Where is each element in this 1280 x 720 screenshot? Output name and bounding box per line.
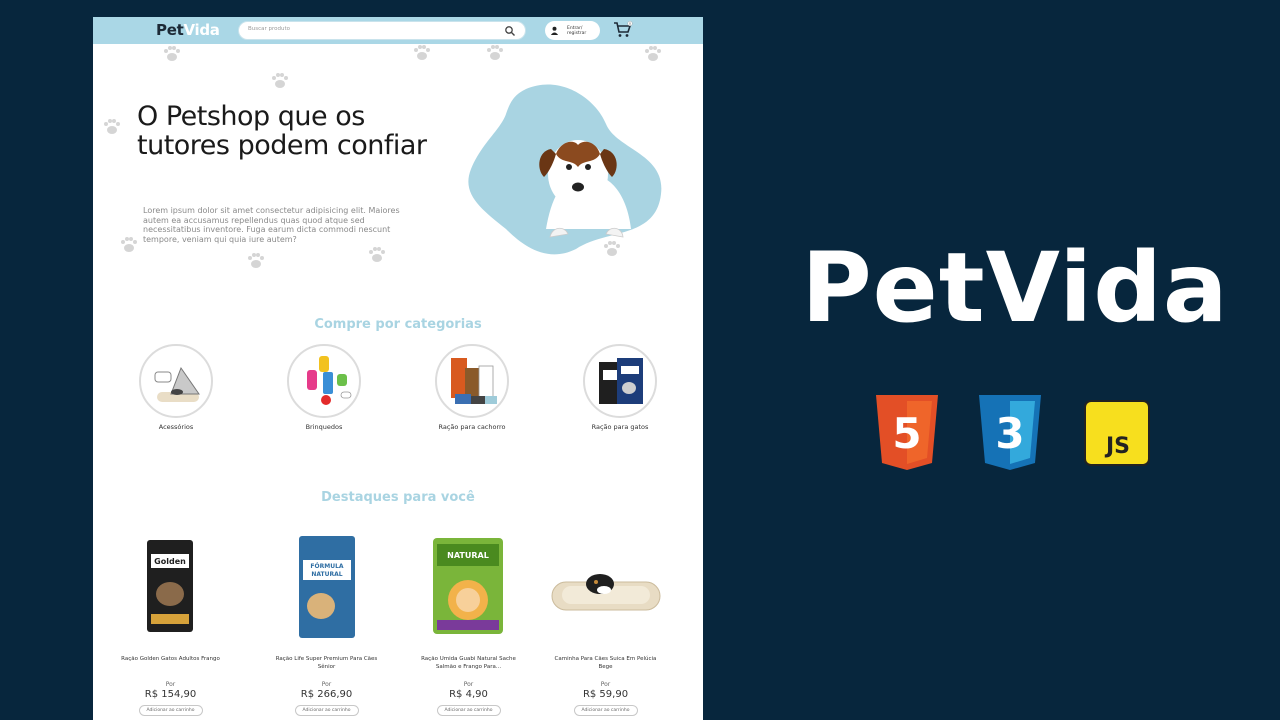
product-price-prefix: Por bbox=[600, 681, 611, 688]
login-button[interactable]: Entrar/ registrar bbox=[545, 21, 600, 40]
product-image: Golden bbox=[147, 540, 193, 632]
user-icon bbox=[550, 26, 559, 35]
product-name: Ração Umida Guabi Natural Sache Salmão e… bbox=[421, 656, 516, 670]
paw-print-icon bbox=[645, 46, 661, 61]
category-label: Brinquedos bbox=[305, 423, 343, 431]
product-price: R$ 4,90 bbox=[449, 689, 488, 700]
category-racao-gatos[interactable]: Ração para gatos bbox=[575, 344, 665, 431]
product-card[interactable]: NATURAL Ração Umida Guabi Natural Sache … bbox=[411, 532, 526, 716]
add-to-cart-button[interactable]: Adicionar ao carrinho bbox=[436, 705, 501, 716]
category-image bbox=[287, 344, 361, 418]
product-image: FÓRMULA NATURAL bbox=[299, 536, 355, 638]
login-label: Entrar/ registrar bbox=[567, 25, 587, 36]
category-image bbox=[583, 344, 657, 418]
categories-title: Compre por categorias bbox=[314, 317, 482, 332]
category-label: Ração para cachorro bbox=[438, 423, 506, 431]
product-price: R$ 154,90 bbox=[144, 689, 197, 700]
product-name: Caminha Para Cães Suica Em Pelúcia Bege bbox=[554, 656, 657, 670]
product-name: Ração Life Super Premium Para Cães Sênio… bbox=[275, 656, 378, 670]
product-image: NATURAL bbox=[433, 538, 503, 634]
hero-title: O Petshop que os tutores podem confiar bbox=[137, 101, 427, 161]
product-card[interactable]: Golden Ração Golden Gatos Adultos Frango… bbox=[113, 532, 228, 716]
product-price: R$ 266,90 bbox=[300, 689, 353, 700]
add-to-cart-button[interactable]: Adicionar ao carrinho bbox=[573, 705, 638, 716]
paw-print-icon bbox=[369, 247, 385, 262]
javascript-label: JS bbox=[1104, 434, 1130, 459]
hero-text: Lorem ipsum dolor sit amet consectetur a… bbox=[143, 206, 400, 244]
svg-text:Golden: Golden bbox=[154, 557, 186, 566]
add-to-cart-button[interactable]: Adicionar ao carrinho bbox=[138, 705, 203, 716]
featured-title: Destaques para você bbox=[321, 490, 475, 505]
javascript-icon: JS bbox=[1084, 400, 1150, 466]
site-header: PetVida Buscar produto Entrar/ registrar… bbox=[93, 17, 703, 44]
website-screenshot: PetVida Buscar produto Entrar/ registrar… bbox=[93, 17, 703, 720]
cart-icon[interactable]: 0 bbox=[613, 21, 633, 39]
product-image bbox=[551, 574, 661, 611]
product-price-prefix: Por bbox=[463, 681, 474, 688]
brand-title: PetVida bbox=[801, 232, 1229, 344]
html5-icon: 5 bbox=[876, 395, 938, 470]
paw-print-icon bbox=[272, 73, 288, 88]
paw-print-icon bbox=[487, 45, 503, 60]
paw-print-icon bbox=[164, 46, 180, 61]
category-image bbox=[435, 344, 509, 418]
search-icon[interactable] bbox=[504, 25, 516, 37]
category-brinquedos[interactable]: Brinquedos bbox=[279, 344, 369, 431]
product-price: R$ 59,90 bbox=[582, 689, 629, 700]
cart-count: 0 bbox=[629, 22, 631, 26]
product-price-prefix: Por bbox=[165, 681, 176, 688]
category-label: Acessórios bbox=[158, 423, 194, 431]
paw-print-icon bbox=[414, 45, 430, 60]
site-logo[interactable]: PetVida bbox=[156, 21, 220, 39]
category-racao-cachorro[interactable]: Ração para cachorro bbox=[427, 344, 517, 431]
paw-print-icon bbox=[121, 237, 137, 252]
product-price-prefix: Por bbox=[321, 681, 332, 688]
css3-icon: 3 bbox=[979, 395, 1041, 470]
svg-text:NATURAL: NATURAL bbox=[311, 571, 342, 578]
paw-print-icon bbox=[248, 253, 264, 268]
category-label: Ração para gatos bbox=[591, 423, 649, 431]
search-placeholder: Buscar produto bbox=[248, 26, 291, 32]
svg-text:FÓRMULA: FÓRMULA bbox=[310, 563, 343, 570]
search-input[interactable]: Buscar produto bbox=[238, 21, 526, 40]
add-to-cart-button[interactable]: Adicionar ao carrinho bbox=[294, 705, 359, 716]
product-name: Ração Golden Gatos Adultos Frango bbox=[121, 656, 220, 662]
paw-print-icon bbox=[104, 119, 120, 134]
category-image bbox=[139, 344, 213, 418]
css3-label: 3 bbox=[995, 409, 1024, 458]
svg-text:NATURAL: NATURAL bbox=[447, 551, 489, 560]
hero-dog-image bbox=[468, 84, 662, 255]
category-acessorios[interactable]: Acessórios bbox=[131, 344, 221, 431]
logo-pet-text: Pet bbox=[156, 21, 184, 39]
product-card[interactable]: FÓRMULA NATURAL Ração Life Super Premium… bbox=[269, 532, 384, 716]
html5-label: 5 bbox=[892, 409, 921, 458]
logo-vida-text: Vida bbox=[183, 21, 220, 39]
product-card[interactable]: Caminha Para Cães Suica Em Pelúcia Bege … bbox=[548, 532, 663, 716]
